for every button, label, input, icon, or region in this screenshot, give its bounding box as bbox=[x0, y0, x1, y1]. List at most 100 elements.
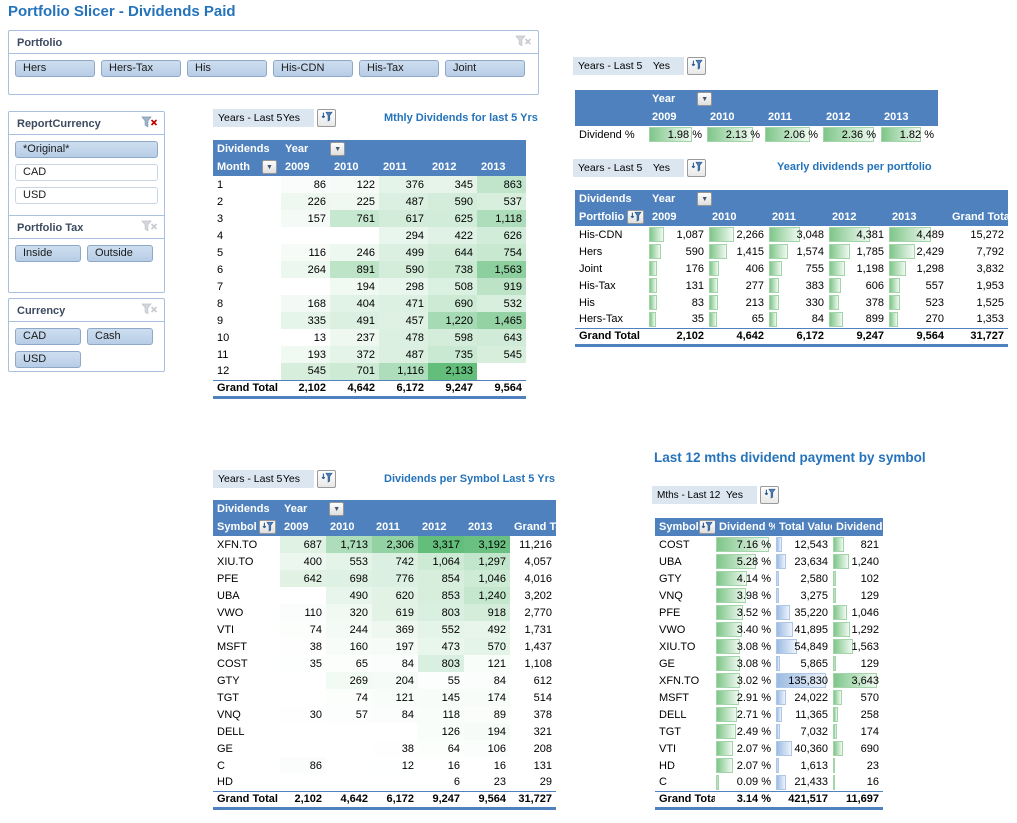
slicer-button-his[interactable]: His bbox=[187, 60, 267, 77]
row-label: PFE bbox=[213, 570, 280, 587]
grand-total-label: Grand Total bbox=[575, 328, 648, 345]
value-cell: 65 bbox=[326, 655, 372, 672]
row-total-cell: 4,057 bbox=[510, 553, 556, 570]
value-cell: 698 bbox=[326, 570, 372, 587]
slicer-button-cad[interactable]: CAD bbox=[15, 328, 81, 345]
value-cell: 1,465 bbox=[477, 312, 526, 329]
portfolio-field-header: Portfolio bbox=[575, 208, 648, 226]
table-row: XIU.TO3.08 %54,8491,563 bbox=[655, 638, 883, 655]
row-label: 4 bbox=[213, 227, 281, 244]
row-label: MSFT bbox=[213, 638, 280, 655]
value-cell: 478 bbox=[379, 329, 428, 346]
year-field-header: Year▼ bbox=[280, 500, 556, 518]
funnel-glyph bbox=[701, 521, 713, 533]
year-dropdown-button[interactable]: ▼ bbox=[330, 142, 345, 156]
filter-funnel-icon[interactable] bbox=[317, 109, 336, 127]
portfolio-sort-filter-button[interactable] bbox=[627, 210, 644, 224]
value-cell: 12 bbox=[372, 757, 418, 774]
value-cell: 30 bbox=[280, 706, 326, 723]
value-cell: 473 bbox=[418, 638, 464, 655]
grand-total-cell: 6,172 bbox=[379, 380, 428, 397]
slicer-button-cash[interactable]: Cash bbox=[87, 328, 153, 345]
year-dropdown-button[interactable]: ▼ bbox=[697, 192, 712, 206]
value-cell: 6 bbox=[418, 774, 464, 791]
grand-total-cell: 421,517 bbox=[775, 791, 832, 808]
report-filter-label: Years - Last 5 bbox=[218, 473, 282, 485]
symbol-sort-filter-button[interactable] bbox=[259, 520, 276, 534]
value-cell: 404 bbox=[330, 295, 379, 312]
slicer-button-hers-tax[interactable]: Hers-Tax bbox=[101, 60, 181, 77]
clear-filter-icon[interactable] bbox=[140, 220, 158, 235]
dividend-pct-cell: 2.07 % bbox=[715, 740, 775, 757]
value-cell: 270 bbox=[888, 311, 948, 328]
value-cell: 131 bbox=[648, 277, 708, 294]
row-total-cell: 321 bbox=[510, 723, 556, 740]
month-dropdown-button[interactable]: ▼ bbox=[262, 160, 277, 174]
pivot-corner-label: Dividends bbox=[213, 140, 281, 158]
value-cell: 803 bbox=[418, 655, 464, 672]
year-column-header: 2010 bbox=[326, 518, 372, 536]
slicer-button-his-tax[interactable]: His-Tax bbox=[359, 60, 439, 77]
slicer-button-cad[interactable]: CAD bbox=[15, 164, 158, 181]
value-cell: 345 bbox=[428, 176, 477, 193]
slicer-button-hers[interactable]: Hers bbox=[15, 60, 95, 77]
slicer-button-usd[interactable]: USD bbox=[15, 351, 81, 368]
row-total-cell: 1,437 bbox=[510, 638, 556, 655]
slicer-button-inside[interactable]: Inside bbox=[15, 245, 81, 262]
slicer-button-usd[interactable]: USD bbox=[15, 187, 158, 204]
slicer-currency-header: Currency bbox=[9, 299, 164, 322]
row-total-cell: 7,792 bbox=[948, 243, 1008, 260]
slicer-button-joint[interactable]: Joint bbox=[445, 60, 525, 77]
filter-funnel-icon[interactable] bbox=[687, 57, 706, 75]
dividend-pct-cell: 2.36 % bbox=[822, 126, 880, 143]
table-row: XFN.TO3.02 %135,8303,643 bbox=[655, 672, 883, 689]
table-row: XIU.TO4005537421,0641,2974,057 bbox=[213, 553, 556, 570]
slicer-button-outside[interactable]: Outside bbox=[87, 245, 153, 262]
dividend-pct-cell: 3.98 % bbox=[715, 587, 775, 604]
table-row: C0.09 %21,43316 bbox=[655, 774, 883, 791]
grand-total-cell: 6,172 bbox=[372, 791, 418, 808]
slicer-button-his-cdn[interactable]: His-CDN bbox=[273, 60, 353, 77]
table-row: 93354914571,2201,465 bbox=[213, 312, 526, 329]
funnel-glyph bbox=[262, 521, 274, 533]
slicer-currency-title: Currency bbox=[17, 305, 65, 317]
clear-filter-icon[interactable] bbox=[140, 116, 158, 131]
symbol-cell: COST bbox=[655, 536, 715, 553]
slicer-portfolio-title: Portfolio bbox=[17, 37, 62, 49]
table-row: 4294422626 bbox=[213, 227, 526, 244]
row-total-cell: 514 bbox=[510, 689, 556, 706]
slicer-report-currency-title: ReportCurrency bbox=[17, 118, 101, 130]
total-value-cell: 54,849 bbox=[775, 638, 832, 655]
value-cell: 492 bbox=[464, 621, 510, 638]
filter-funnel-icon[interactable] bbox=[687, 159, 706, 177]
clear-filter-icon[interactable] bbox=[514, 35, 532, 50]
grand-total-cell: 2,102 bbox=[648, 328, 708, 345]
year-dropdown-button[interactable]: ▼ bbox=[329, 502, 344, 516]
clear-filter-icon[interactable] bbox=[140, 303, 158, 318]
table-row: 62648915907381,563 bbox=[213, 261, 526, 278]
slicer-button-original[interactable]: *Original* bbox=[15, 141, 158, 158]
slicer-portfolio-tax-items: Inside Outside bbox=[9, 239, 164, 266]
year-dropdown-button[interactable]: ▼ bbox=[697, 92, 712, 106]
report-filter-label: Years - Last 5 bbox=[578, 60, 642, 72]
value-cell: 121 bbox=[464, 655, 510, 672]
filter-funnel-icon[interactable] bbox=[317, 470, 336, 488]
slicer-portfolio-tax-header: Portfolio Tax bbox=[9, 216, 164, 239]
year-column-header: 2012 bbox=[418, 518, 464, 536]
value-cell: 226 bbox=[281, 193, 330, 210]
dividend-pct-row: Dividend %1.98 %2.13 %2.06 %2.36 %1.82 % bbox=[575, 126, 938, 143]
value-cell: 84 bbox=[372, 655, 418, 672]
symbol-sort-filter-button[interactable] bbox=[699, 520, 715, 534]
row-label: Dividend % bbox=[575, 126, 648, 143]
value-cell bbox=[326, 740, 372, 757]
value-cell: 523 bbox=[888, 294, 948, 311]
value-cell: 174 bbox=[464, 689, 510, 706]
funnel-glyph bbox=[691, 59, 703, 71]
value-cell: 4,381 bbox=[828, 226, 888, 243]
pivot-corner-label: Dividends bbox=[575, 190, 648, 208]
value-cell: 1,087 bbox=[648, 226, 708, 243]
value-cell bbox=[281, 278, 330, 295]
slicer-portfolio-items: Hers Hers-Tax His His-CDN His-Tax Joint bbox=[9, 54, 538, 81]
value-cell: 35 bbox=[648, 311, 708, 328]
filter-funnel-icon[interactable] bbox=[760, 486, 779, 504]
